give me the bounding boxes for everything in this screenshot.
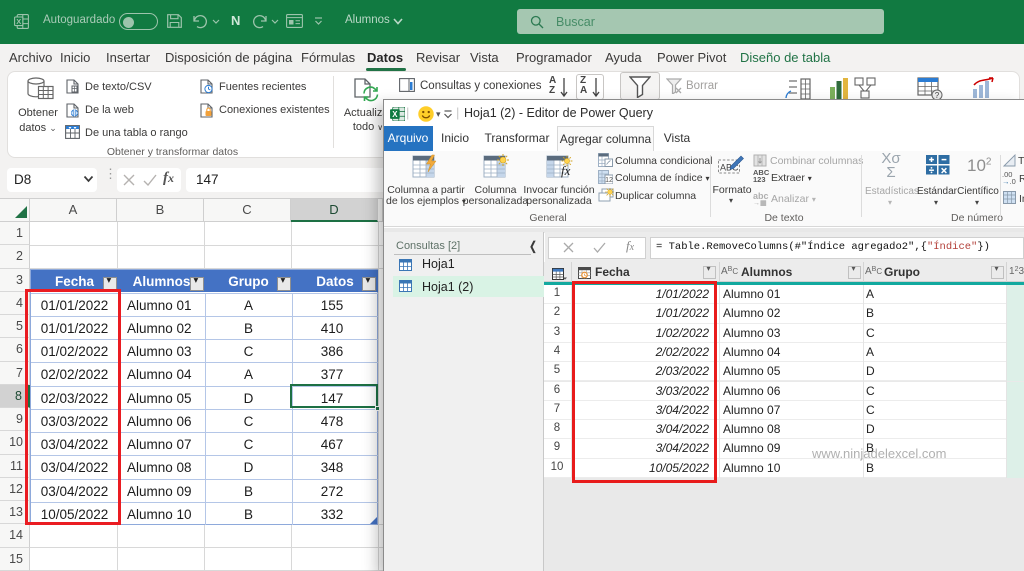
svg-text:X: X: [16, 17, 21, 26]
